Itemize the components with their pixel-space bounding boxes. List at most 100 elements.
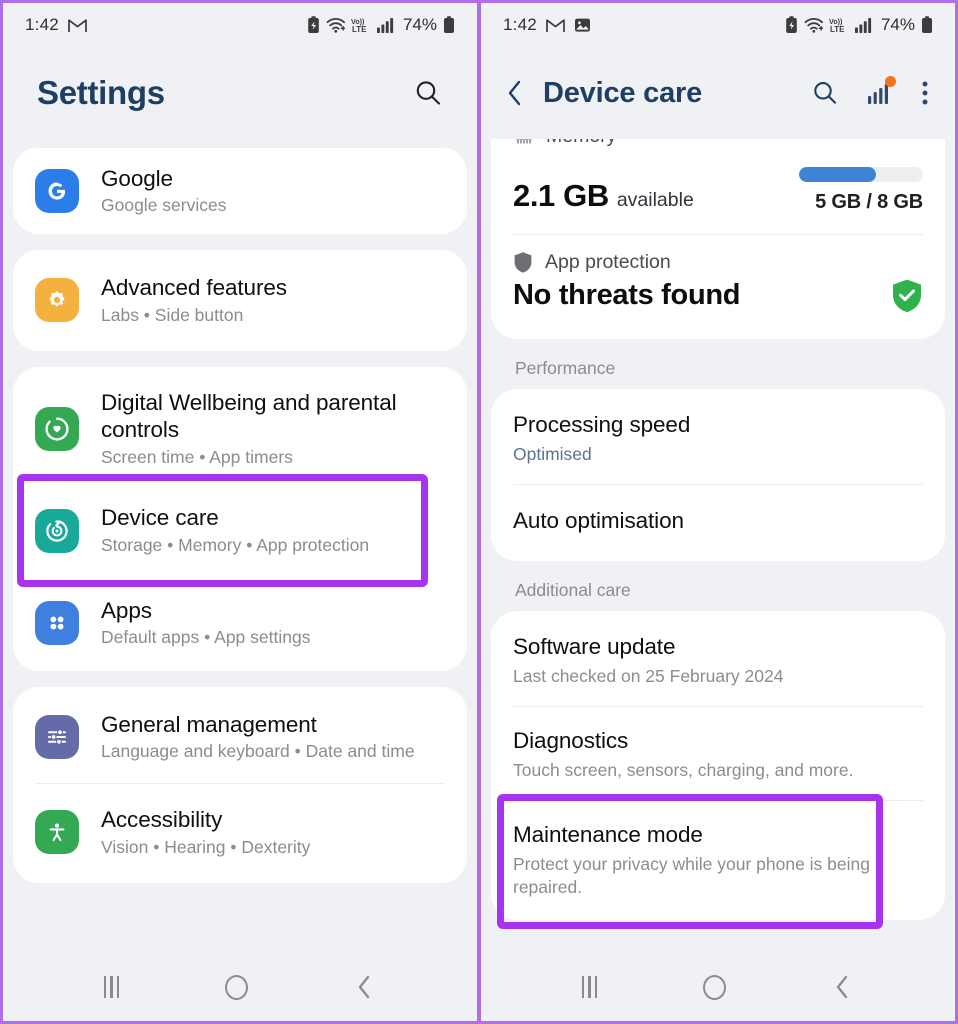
search-icon[interactable] [413,78,443,108]
battery-icon [921,16,933,34]
row-title: Software update [513,634,676,659]
volte-icon: Vo)) LTE [351,16,371,34]
row-subtitle: Last checked on 25 February 2024 [513,666,784,687]
back-button[interactable] [832,974,854,1000]
chevron-left-icon[interactable] [503,78,527,108]
row-title: Processing speed [513,412,691,437]
signal-bars-icon [376,17,395,33]
item-title: Apps [101,597,152,623]
device-care-content[interactable]: Memory 2.1 GB available 5 GB / 8 GB [481,139,955,930]
gmail-icon [68,18,87,33]
settings-group-google: Google Google services [13,147,467,235]
memory-label-clipped: Memory [491,139,945,165]
battery-saver-icon [307,16,320,34]
device-care-header: Device care [481,47,955,139]
gallery-icon [574,17,591,33]
item-subtitle: Default apps • App settings [101,627,311,648]
home-button[interactable] [703,974,727,1000]
sliders-icon [35,715,79,760]
app-protection-label: App protection [545,251,671,273]
shield-icon [513,251,533,274]
apps-grid-icon [35,600,79,645]
status-time: 1:42 [25,15,59,34]
sidebar-item-general-management[interactable]: General management Language and keyboard… [13,687,467,783]
bar-chart-icon[interactable] [866,76,896,107]
status-time: 1:42 [503,15,537,34]
gmail-icon [546,18,565,33]
battery-saver-icon [785,16,798,34]
sidebar-item-advanced-features[interactable]: Advanced features Labs • Side button [13,250,467,350]
memory-row[interactable]: 2.1 GB available 5 GB / 8 GB [491,165,945,234]
wellbeing-icon [35,406,79,451]
left-phone-frame: 1:42 Vo)) LTE 74% Settings Google Google… [0,0,479,1024]
memory-progress-fill [799,167,876,182]
item-title: Device care [101,505,219,531]
battery-percent: 74% [402,15,437,34]
app-protection-status: No threats found [513,279,741,311]
settings-list[interactable]: Google Google services Advanced features… [3,147,477,883]
sidebar-item-apps[interactable]: Apps Default apps • App settings [13,579,467,671]
app-protection-row[interactable]: No threats found [491,274,945,335]
device-care-icon [35,508,79,553]
section-label-performance: Performance [515,358,616,378]
wifi-icon [326,17,345,33]
more-vertical-icon[interactable] [921,79,929,107]
sidebar-item-digital-wellbeing[interactable]: Digital Wellbeing and parental controls … [13,367,467,483]
sidebar-item-accessibility[interactable]: Accessibility Vision • Hearing • Dexteri… [13,784,467,882]
dual-phone-screenshot: 1:42 Vo)) LTE 74% Settings Google Google… [0,0,958,1024]
item-subtitle: Screen time • App timers [101,446,293,467]
status-bar-right: 1:42 Vo)) LTE 74% [481,3,955,47]
volte-icon: Vo)) LTE [829,16,849,34]
row-subtitle: Protect your privacy while your phone is… [513,853,870,897]
memory-available-value: 2.1 GB [513,178,609,213]
battery-icon [443,16,455,34]
wifi-icon [804,17,823,33]
status-summary-card: Memory 2.1 GB available 5 GB / 8 GB [491,139,945,339]
row-title: Maintenance mode [513,821,703,847]
row-software-update[interactable]: Software update Last checked on 25 Febru… [491,611,945,706]
item-subtitle: Labs • Side button [101,304,244,325]
item-title: Digital Wellbeing and parental controls [101,389,397,443]
memory-chip-icon [513,139,535,148]
signal-bars-icon [854,17,873,33]
row-auto-optimisation[interactable]: Auto optimisation [491,485,945,561]
recents-button[interactable] [581,976,598,998]
row-processing-speed[interactable]: Processing speed Optimised [491,389,945,484]
item-title: Google [101,166,173,191]
settings-group-general: General management Language and keyboard… [13,687,467,883]
right-phone-frame: 1:42 Vo)) LTE 74% Device care 2.1 GB ava… [479,0,958,1024]
additional-care-card: Software update Last checked on 25 Febru… [491,611,945,930]
row-subtitle: Touch screen, sensors, charging, and mor… [513,760,854,780]
memory-progress-bar [799,167,923,182]
search-icon[interactable] [811,79,839,107]
recents-button[interactable] [103,976,120,998]
home-button[interactable] [225,974,249,1000]
sidebar-item-device-care[interactable]: Device care Storage • Memory • App prote… [13,482,467,578]
row-maintenance-mode[interactable]: Maintenance mode Protect your privacy wh… [491,801,945,921]
settings-header: Settings [3,47,477,139]
memory-label: Memory [546,139,616,148]
page-title: Settings [37,74,165,111]
page-title: Device care [543,76,703,109]
gear-icon [35,278,79,323]
app-protection-header: App protection [491,235,945,274]
accessibility-icon [35,810,79,855]
item-subtitle: Google services [101,195,227,216]
row-diagnostics[interactable]: Diagnostics Touch screen, sensors, charg… [491,707,945,800]
notification-badge [885,76,896,87]
svg-text:LTE: LTE [352,25,367,34]
item-title: Accessibility [101,807,223,833]
sidebar-item-google[interactable]: Google Google services [13,148,467,234]
settings-group-devicecare: Digital Wellbeing and parental controls … [13,366,467,671]
item-title: General management [101,712,317,737]
row-title: Auto optimisation [513,507,684,533]
google-icon [35,169,79,214]
battery-percent: 74% [880,15,915,34]
section-label-additional-care: Additional care [515,580,631,600]
row-title: Diagnostics [513,727,629,753]
nav-bar-right [481,953,955,1021]
row-subtitle: Optimised [513,444,592,465]
memory-available-unit: available [616,189,694,211]
shield-check-icon [891,278,923,313]
back-button[interactable] [354,974,376,1000]
